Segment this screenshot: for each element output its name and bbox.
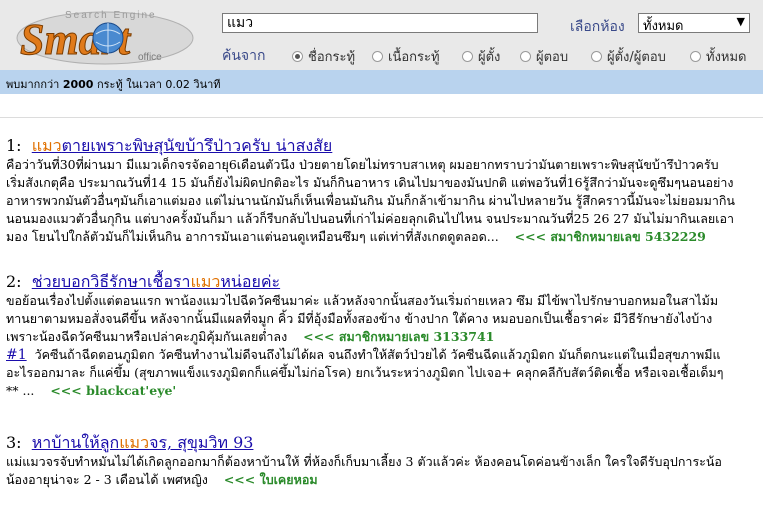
member-link[interactable]: <<< blackcat'eye'	[50, 383, 176, 398]
result-snippet: ขอย้อนเรื่องไปตั้งแต่ตอนแรก พาน้องแมวไปฉ…	[6, 293, 724, 398]
member-link[interactable]: <<< ใบเคยหอม	[224, 472, 318, 487]
search-result-1: 1: แมวตายเพราะพิษสุนัขบ้ารึป่าวครับ น่าส…	[6, 136, 763, 246]
result-title: 1: แมวตายเพราะพิษสุนัขบ้ารึป่าวครับ น่าส…	[6, 136, 333, 155]
result-title: 2: ช่วยบอกวิธีรักษาเชื้อราแมวหน่อยค่ะ	[6, 272, 281, 291]
radio-checked-icon	[292, 51, 303, 62]
member-link[interactable]: <<< สมาชิกหมายเลข 3133741	[303, 329, 494, 344]
radio-all[interactable]: ทั้งหมด	[690, 46, 747, 67]
member-link[interactable]: <<< สมาชิกหมายเลข 5432229	[515, 229, 706, 244]
smart-office-logo[interactable]: Search Engine Smart office	[10, 4, 200, 66]
result-title-link[interactable]: แมวตายเพราะพิษสุนัขบ้ารึป่าวครับ น่าสงสั…	[32, 136, 333, 155]
radio-replier[interactable]: ผู้ตอบ	[520, 46, 568, 67]
result-snippet: คือว่าวันที่30ที่ผ่านมา มีแมวเด็กจรจัดอา…	[6, 157, 735, 244]
search-result-2: 2: ช่วยบอกวิธีรักษาเชื้อราแมวหน่อยค่ะ ขอ…	[6, 272, 763, 400]
status-bar: พบมากกว่า 2000 กระทู้ ในเวลา 0.02 วินาที	[0, 70, 763, 94]
result-title-link[interactable]: หาบ้านให้ลูกแมวจร, สุขุมวิท 93	[32, 433, 254, 452]
result-title-link[interactable]: ช่วยบอกวิธีรักษาเชื้อราแมวหน่อยค่ะ	[32, 272, 280, 291]
room-label: เลือกห้อง	[570, 19, 625, 35]
room-select[interactable]: ทั้งหมด ▼	[638, 13, 750, 34]
result-title: 3: หาบ้านให้ลูกแมวจร, สุขุมวิท 93	[6, 433, 254, 452]
radio-title[interactable]: ชื่อกระทู้	[292, 46, 355, 67]
radio-unchecked-icon	[520, 51, 531, 62]
radio-poster-replier[interactable]: ผู้ตั้ง/ผู้ตอบ	[591, 46, 666, 67]
radio-unchecked-icon	[462, 51, 473, 62]
radio-unchecked-icon	[372, 51, 383, 62]
result-count-text: พบมากกว่า 2000 กระทู้ ในเวลา 0.02 วินาที	[6, 78, 221, 91]
room-select-value: ทั้งหมด	[643, 19, 684, 34]
radio-unchecked-icon	[690, 51, 701, 62]
radio-unchecked-icon	[591, 51, 602, 62]
radio-content[interactable]: เนื้อกระทู้	[372, 46, 440, 67]
radio-poster[interactable]: ผู้ตั้ง	[462, 46, 500, 67]
search-input[interactable]	[222, 13, 538, 33]
divider	[0, 117, 763, 118]
search-in-label: ค้นจาก	[222, 48, 266, 64]
result-snippet: แม่แมวจรจับทำหมันไม่ได้เกิดลูกออกมาก็ต้อ…	[6, 454, 722, 487]
logo-sub-text: office	[138, 52, 162, 63]
search-result-3: 3: หาบ้านให้ลูกแมวจร, สุขุมวิท 93 แม่แมว…	[6, 433, 763, 489]
reply-number-link[interactable]: #1	[6, 347, 27, 363]
header: Search Engine Smart office เลือกห้อง ทั้…	[0, 0, 763, 70]
dropdown-arrow-icon: ▼	[736, 15, 745, 28]
